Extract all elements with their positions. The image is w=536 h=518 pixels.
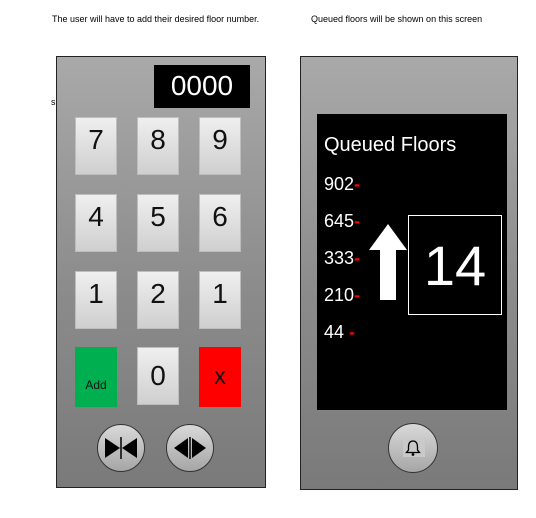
right-caption: Queued floors will be shown on this scre… [311,14,483,24]
key-6[interactable]: 6 [199,194,241,252]
queue-item: 645- [324,211,360,232]
key-2[interactable]: 2 [137,271,179,329]
cancel-button[interactable]: x [199,347,241,407]
queue-item: 333- [324,248,360,269]
queue-dash: - [344,322,356,342]
queue-floor-number: 44 [324,322,345,342]
add-button[interactable]: Add [75,347,117,407]
queue-floor-number: 645 [324,211,355,231]
door-open-icon [172,436,208,460]
queue-floor-number: 210 [324,285,355,305]
queue-item: 44 - [324,322,355,343]
queue-dash: - [354,285,361,305]
key-4[interactable]: 4 [75,194,117,252]
queue-screen: Queued Floors 902- 645- 333- 210- 44 - 1… [317,114,507,410]
keypad-panel: 0000 7 8 9 4 5 6 1 2 1 Add 0 x [56,56,266,488]
bell-icon [404,439,422,457]
key-9[interactable]: 9 [199,117,241,175]
key-1[interactable]: 1 [75,271,117,329]
queue-dash: - [354,248,361,268]
queue-panel: Queued Floors 902- 645- 333- 210- 44 - 1… [300,56,518,490]
queue-item: 210- [324,285,360,306]
stray-character: s [51,97,56,107]
left-caption: The user will have to add their desired … [52,14,260,24]
queue-title: Queued Floors [324,134,457,156]
key-8[interactable]: 8 [137,117,179,175]
queue-dash: - [354,174,361,194]
key-1-right[interactable]: 1 [199,271,241,329]
door-open-button[interactable] [166,424,214,472]
key-7[interactable]: 7 [75,117,117,175]
floor-number-display: 0000 [154,65,250,108]
key-0[interactable]: 0 [137,347,179,405]
queue-item: 902- [324,174,360,195]
door-close-icon [103,436,139,460]
key-5[interactable]: 5 [137,194,179,252]
queue-floor-number: 333 [324,248,355,268]
queue-floor-number: 902 [324,174,355,194]
queue-dash: - [354,211,361,231]
door-close-button[interactable] [97,424,145,472]
alarm-button[interactable] [388,423,438,473]
current-floor-display: 14 [408,215,502,315]
up-arrow-icon [369,224,407,305]
